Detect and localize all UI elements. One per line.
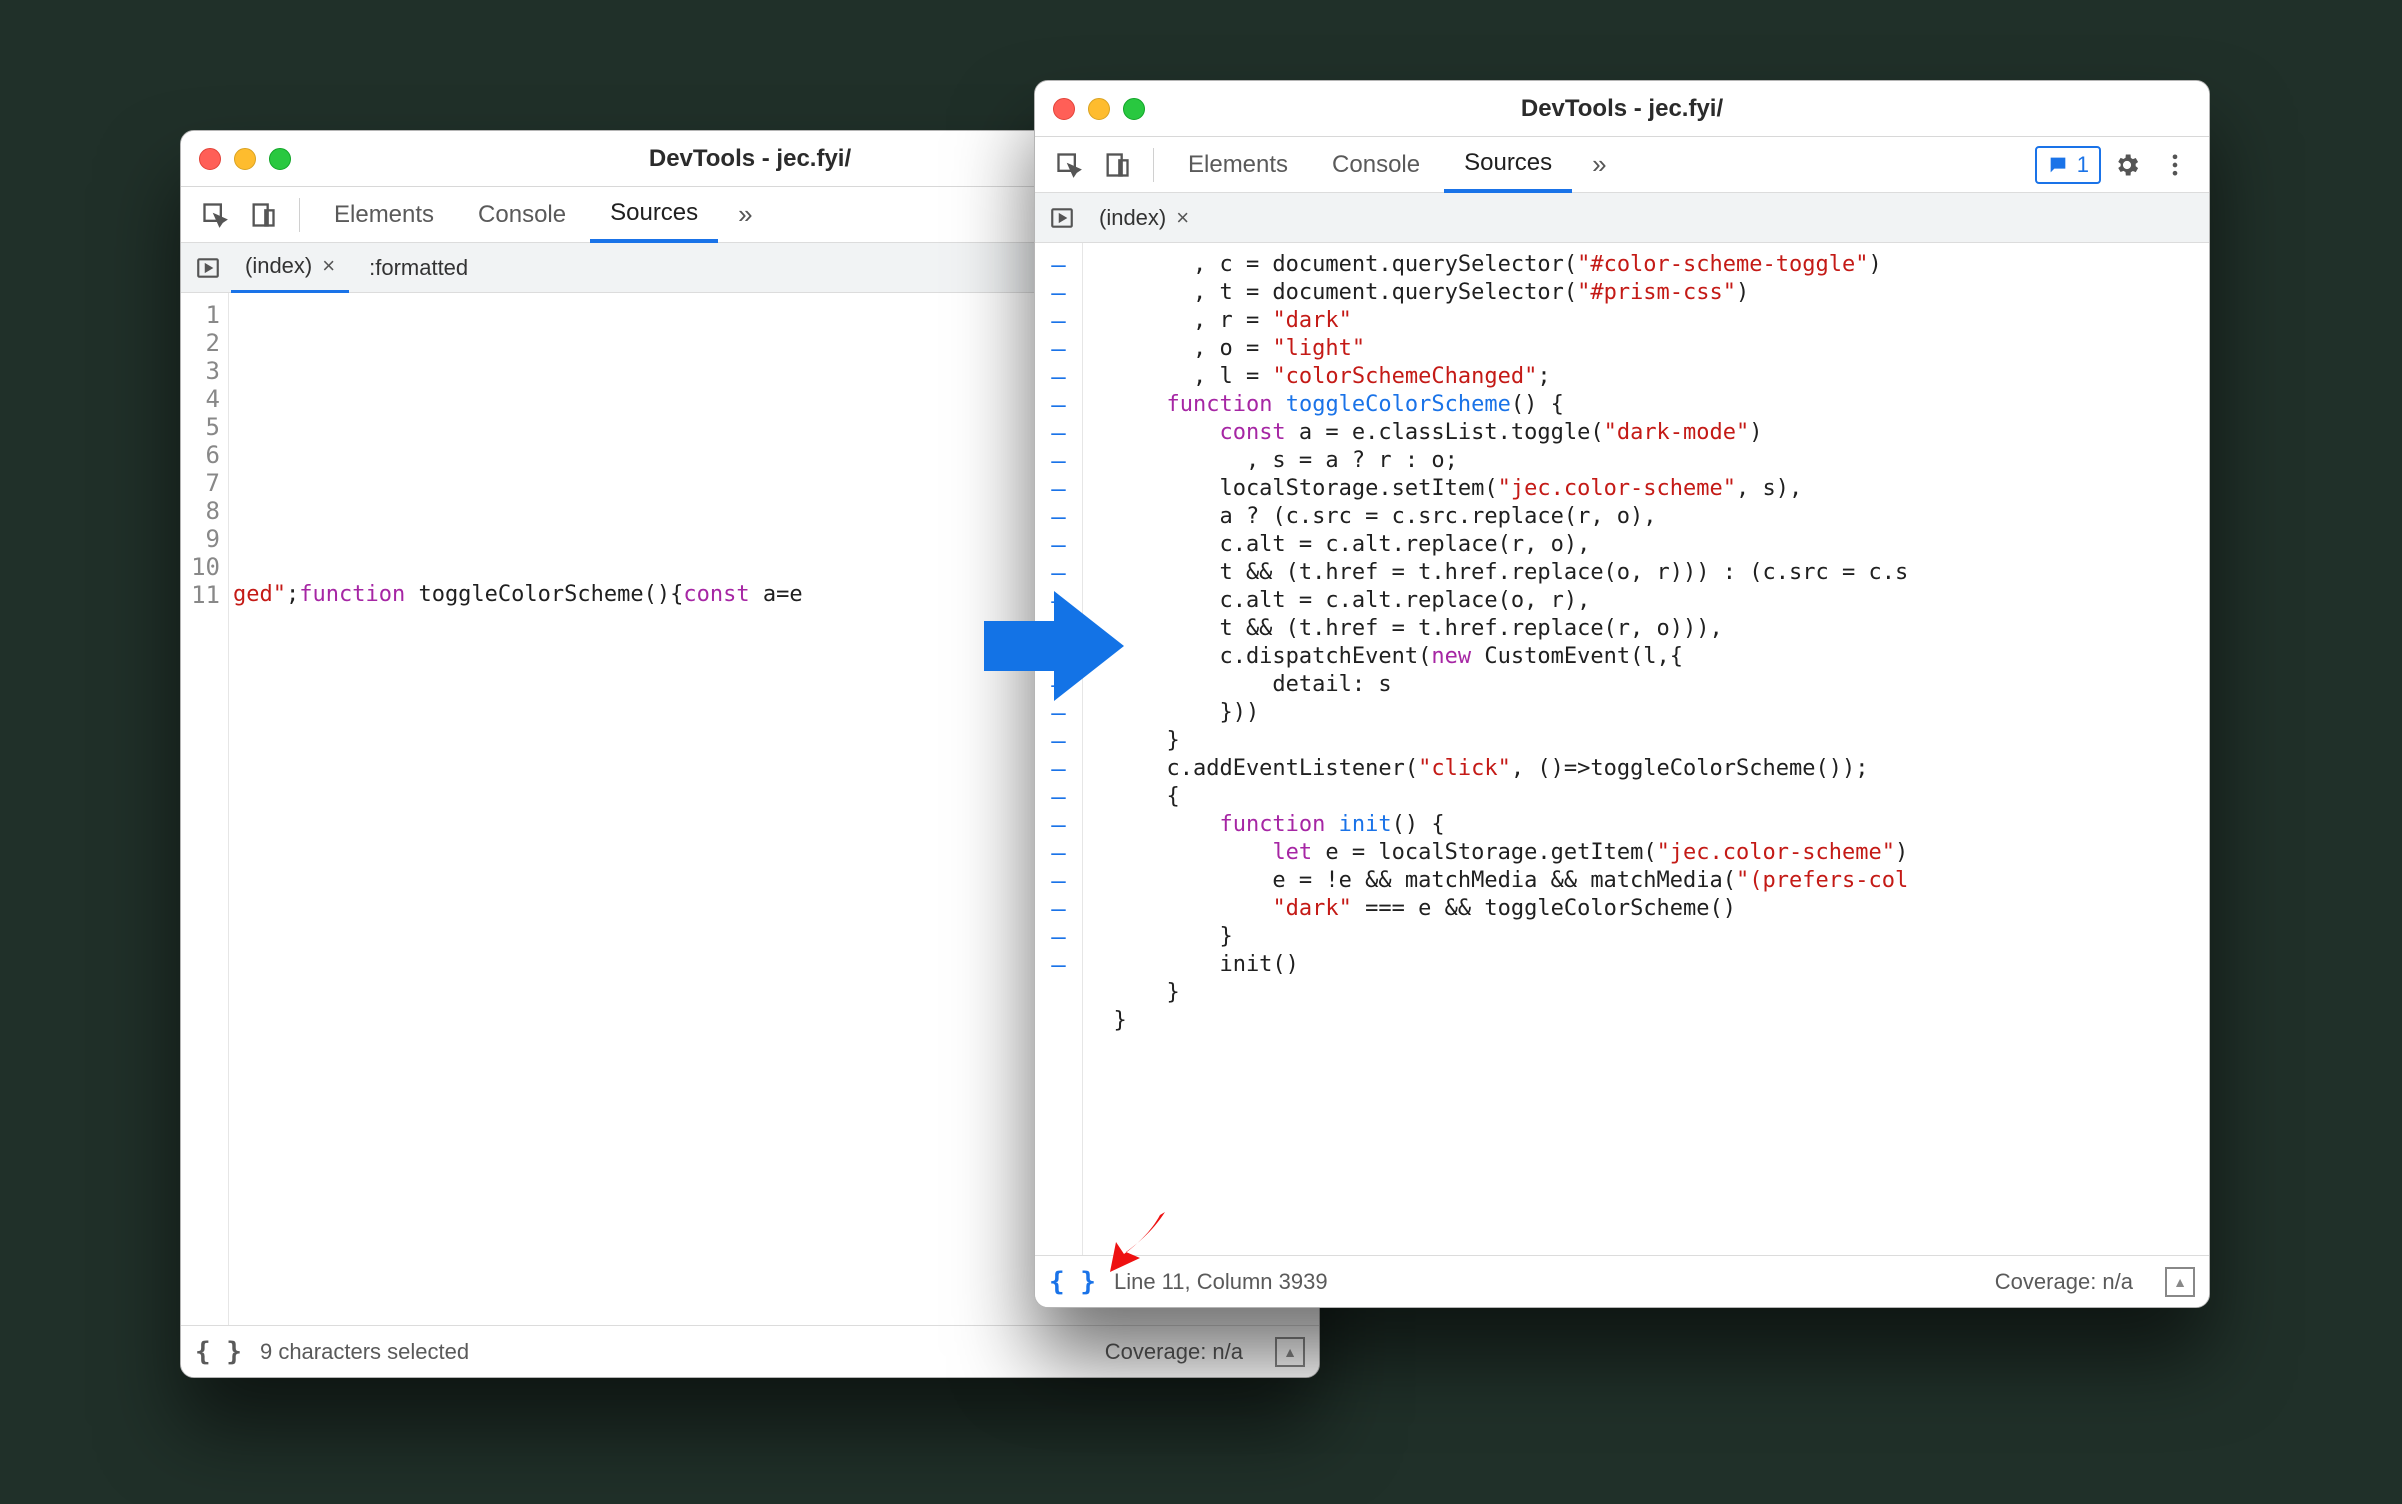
more-tabs-icon[interactable]: » [722,199,768,230]
more-tabs-icon[interactable]: » [1576,149,1622,180]
line-number-gutter: –––––––––––––––––––––––––– [1035,243,1083,1255]
file-tab-formatted[interactable]: :formatted [355,243,482,293]
minimize-window-button[interactable] [234,148,256,170]
tab-console[interactable]: Console [1312,137,1440,193]
tab-sources[interactable]: Sources [1444,137,1572,193]
maximize-window-button[interactable] [269,148,291,170]
navigator-toggle-icon[interactable] [191,251,225,285]
titlebar: DevTools - jec.fyi/ [1035,81,2209,137]
coverage-status: Coverage: n/a [1995,1269,2133,1295]
selection-status: 9 characters selected [260,1339,469,1365]
expand-drawer-icon[interactable] [2165,1267,2195,1297]
callout-arrow-icon [1100,1200,1180,1280]
close-window-button[interactable] [199,148,221,170]
tab-sources[interactable]: Sources [590,187,718,243]
close-tab-icon[interactable]: × [1176,205,1189,231]
line-number-gutter: 1234567891011 [181,293,229,1325]
inspect-element-icon[interactable] [193,187,237,243]
settings-gear-icon[interactable] [2105,137,2149,193]
pretty-print-button[interactable]: { } [1049,1267,1096,1297]
device-toolbar-icon[interactable] [241,187,285,243]
source-file-tabs: (index) × [1035,193,2209,243]
pretty-print-button[interactable]: { } [195,1337,242,1367]
kebab-menu-icon[interactable] [2153,137,2197,193]
devtools-window-after: DevTools - jec.fyi/ Elements Console Sou… [1034,80,2210,1308]
code-editor[interactable]: –––––––––––––––––––––––––– , c = documen… [1035,243,2209,1255]
expand-drawer-icon[interactable] [1275,1337,1305,1367]
inspect-element-icon[interactable] [1047,137,1091,193]
code-area[interactable]: , c = document.querySelector("#color-sch… [1083,243,2209,1255]
file-tab-index[interactable]: (index) × [1085,193,1203,243]
statusbar: { } Line 11, Column 3939 Coverage: n/a [1035,1255,2209,1307]
minimize-window-button[interactable] [1088,98,1110,120]
maximize-window-button[interactable] [1123,98,1145,120]
coverage-status: Coverage: n/a [1105,1339,1243,1365]
tab-console[interactable]: Console [458,187,586,243]
file-tab-index[interactable]: (index) × [231,243,349,293]
devtools-toolbar: Elements Console Sources » 1 [1035,137,2209,193]
device-toolbar-icon[interactable] [1095,137,1139,193]
statusbar: { } 9 characters selected Coverage: n/a [181,1325,1319,1377]
window-title: DevTools - jec.fyi/ [1035,95,2209,123]
close-tab-icon[interactable]: × [322,253,335,279]
tab-elements[interactable]: Elements [314,187,454,243]
issues-indicator[interactable]: 1 [2035,146,2101,184]
tab-elements[interactable]: Elements [1168,137,1308,193]
transition-arrow-icon [984,586,1124,706]
close-window-button[interactable] [1053,98,1075,120]
navigator-toggle-icon[interactable] [1045,201,1079,235]
